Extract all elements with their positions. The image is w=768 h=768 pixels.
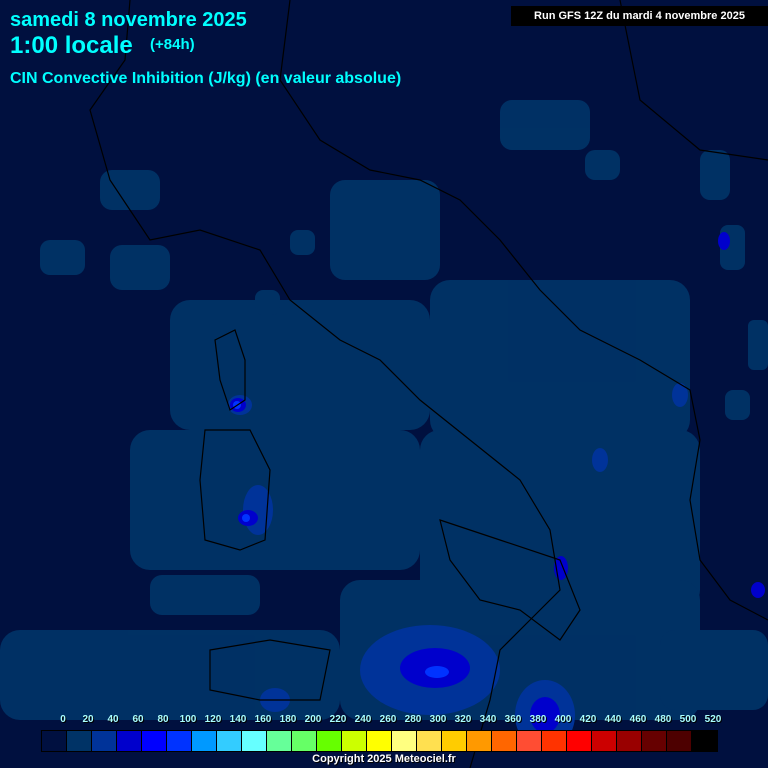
legend-labels: 0 20 40 60 80 100 120 140 160 180 200 220 240 260 280 3…: [41, 714, 741, 728]
legend-swatch: [367, 731, 392, 751]
legend-swatch: [342, 731, 367, 751]
parameter-title: CIN Convective Inhibition (J/kg) (en val…: [10, 70, 402, 87]
run-info: Run GFS 12Z du mardi 4 novembre 2025: [511, 6, 768, 26]
legend-swatch: [467, 731, 492, 751]
cin-map: [0, 0, 768, 768]
legend-swatch: [317, 731, 342, 751]
legend-swatch: [242, 731, 267, 751]
legend-swatch: [217, 731, 242, 751]
copyright: Copyright 2025 Meteociel.fr: [312, 753, 456, 765]
legend-swatch: [642, 731, 667, 751]
forecast-time: 1:00 locale: [10, 32, 133, 59]
legend-swatch: [142, 731, 167, 751]
legend-swatch: [192, 731, 217, 751]
legend-swatch: [617, 731, 642, 751]
legend-swatch: [392, 731, 417, 751]
forecast-date: samedi 8 novembre 2025: [10, 9, 247, 31]
legend-swatch: [92, 731, 117, 751]
legend-swatch: [692, 731, 717, 751]
legend-swatch: [567, 731, 592, 751]
legend-swatch: [667, 731, 692, 751]
forecast-offset: (+84h): [150, 36, 195, 53]
legend-swatch: [67, 731, 92, 751]
legend-label: 520: [704, 714, 722, 725]
legend-swatch: [517, 731, 542, 751]
legend-swatch: [442, 731, 467, 751]
legend-swatch: [167, 731, 192, 751]
legend-swatch: [292, 731, 317, 751]
legend-swatch: [117, 731, 142, 751]
legend-colorbar: [41, 730, 718, 752]
legend-swatch: [542, 731, 567, 751]
legend-swatch: [267, 731, 292, 751]
legend-swatch: [417, 731, 442, 751]
legend-swatch: [42, 731, 67, 751]
legend-swatch: [492, 731, 517, 751]
legend-swatch: [592, 731, 617, 751]
